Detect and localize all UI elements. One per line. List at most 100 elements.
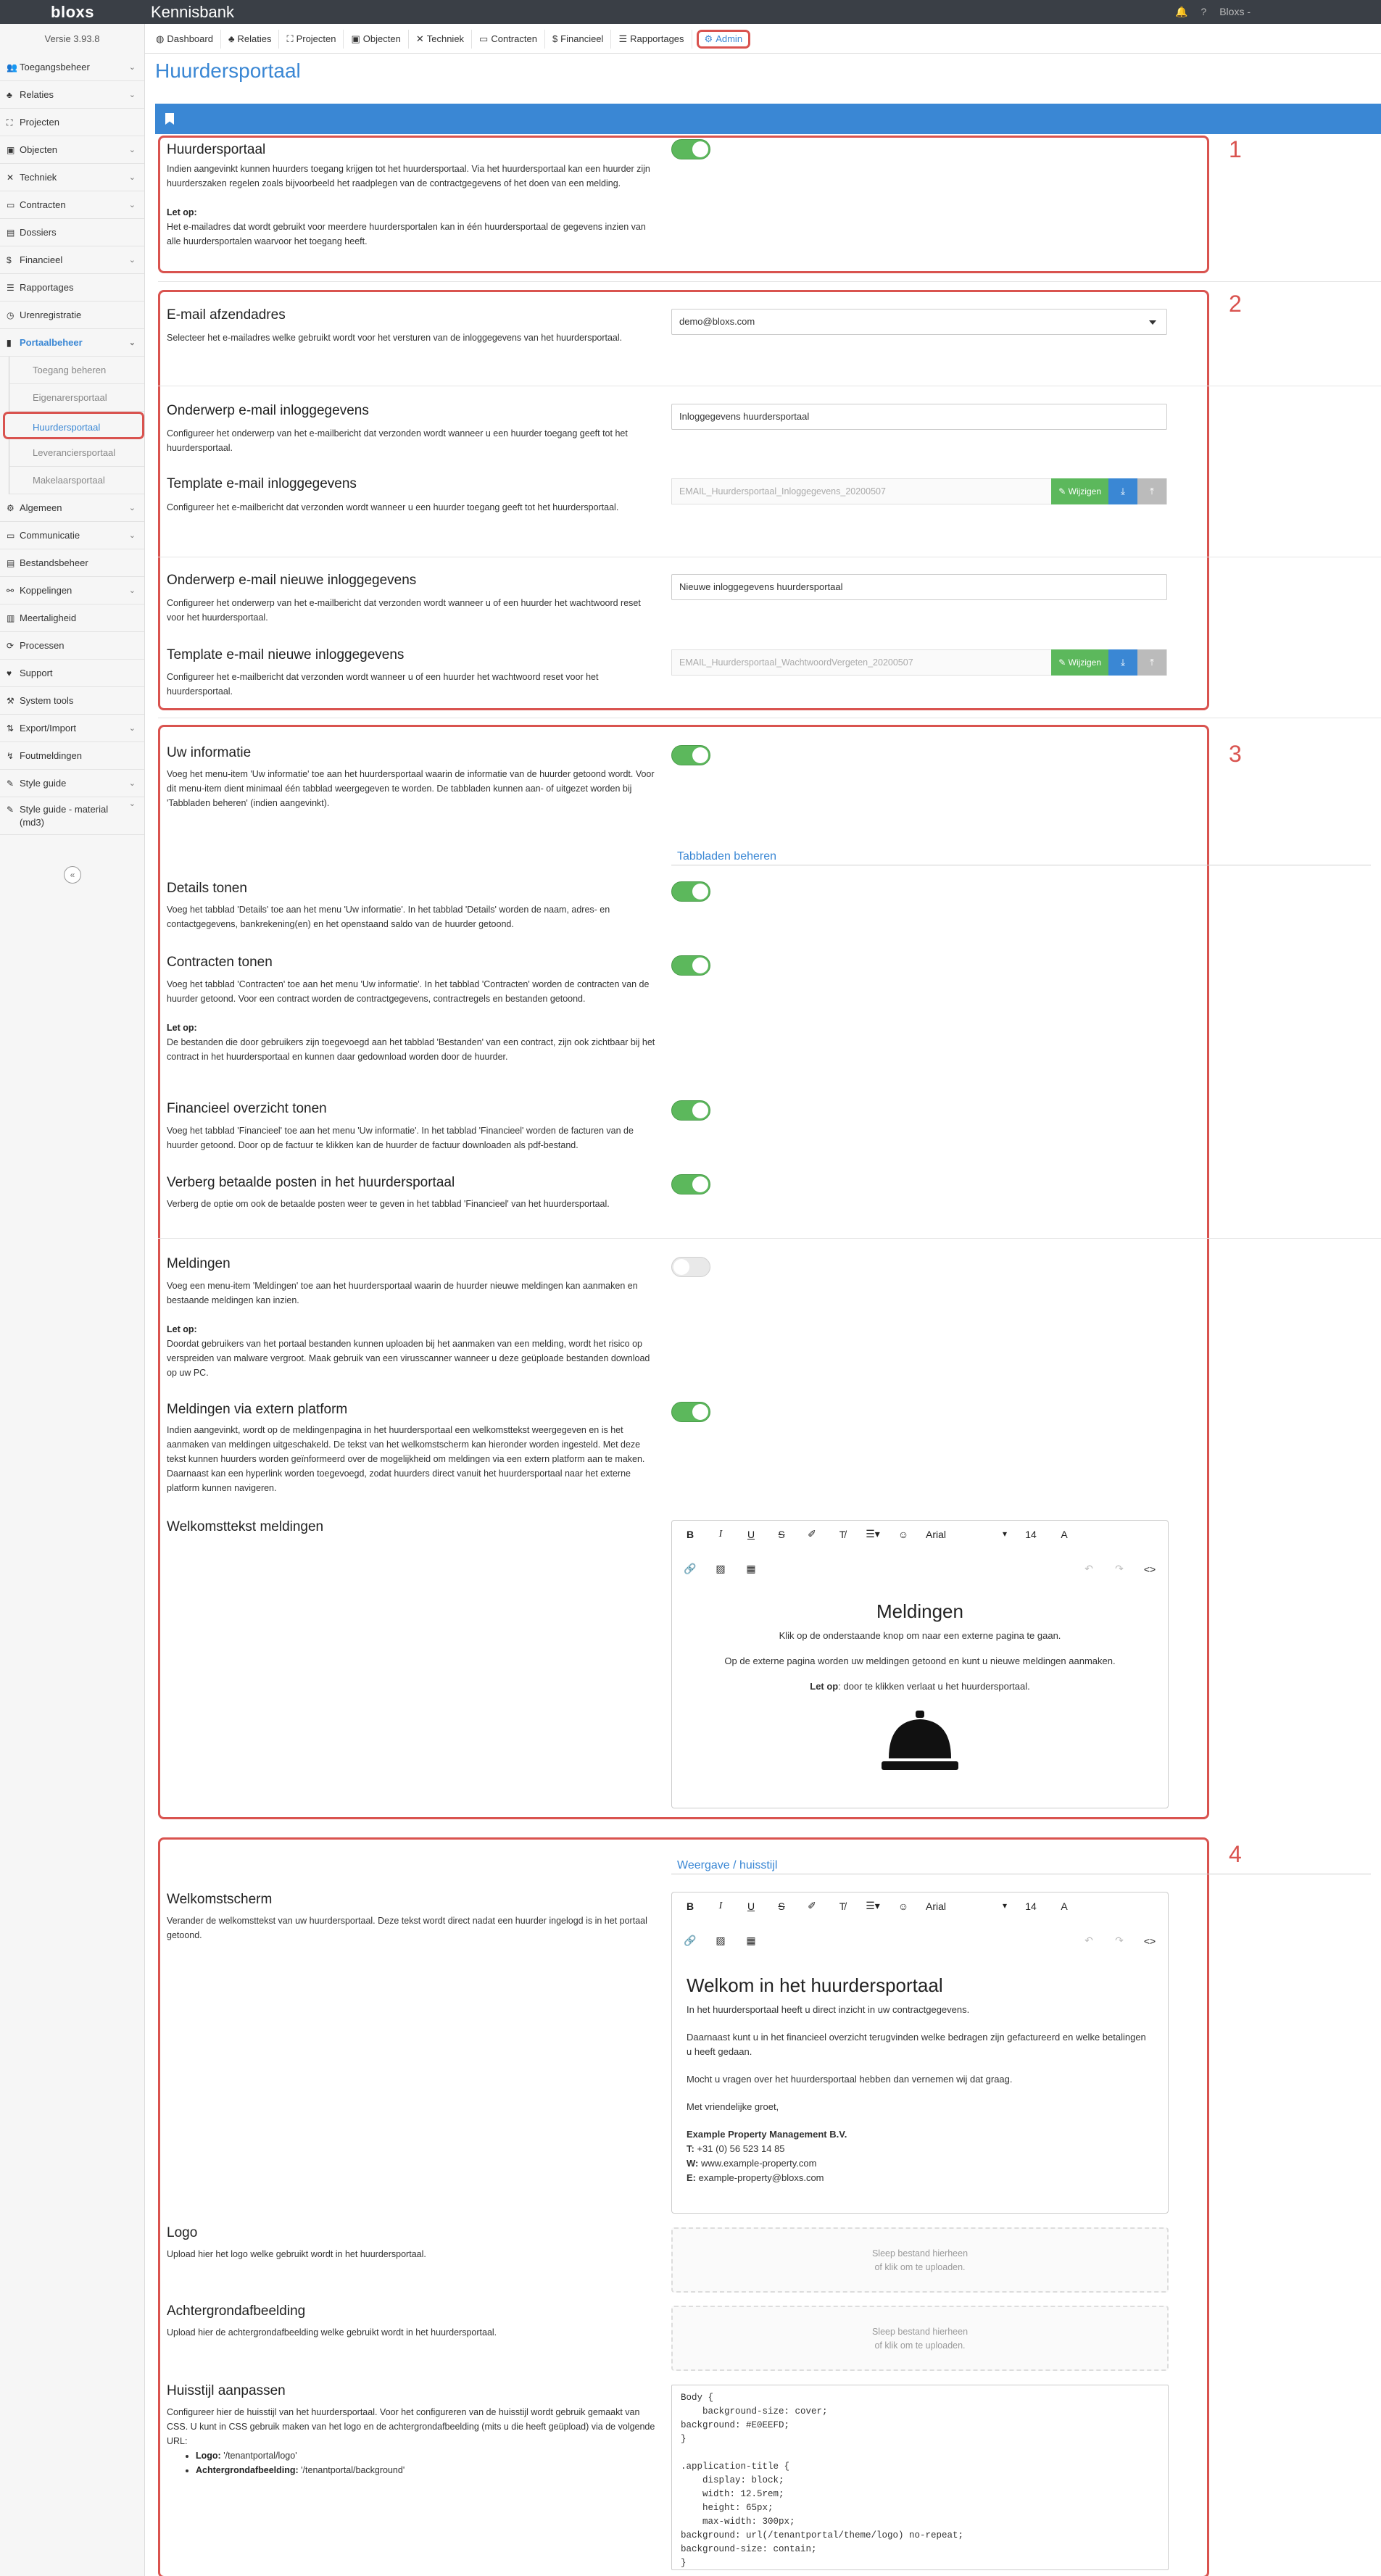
nav-objecten[interactable]: ▣ Objecten: [344, 30, 409, 49]
edit-template-button[interactable]: ✎ Wijzigen: [1051, 478, 1108, 504]
sidebar-item-koppelingen[interactable]: ⚯ Koppelingen ⌄: [0, 577, 144, 604]
sidebar-icon: ♥: [7, 668, 12, 678]
sidebar-item-dossiers[interactable]: ▤ Dossiers: [0, 219, 144, 246]
font-size-select[interactable]: 14: [1013, 1529, 1049, 1540]
image-icon[interactable]: ▨: [705, 1563, 736, 1575]
code-view-icon[interactable]: <>: [1135, 1563, 1165, 1575]
clear-format-icon[interactable]: T̸: [827, 1900, 858, 1912]
user-menu[interactable]: Bloxs -: [1219, 6, 1251, 17]
css-code-editor[interactable]: Body { background-size: cover; backgroun…: [671, 2385, 1169, 2570]
nav-techniek[interactable]: ✕ Techniek: [409, 30, 473, 49]
nav-contracten[interactable]: ▭ Contracten: [472, 30, 545, 49]
undo-icon[interactable]: ↶: [1074, 1563, 1104, 1575]
sidebar-item-processen[interactable]: ⟳ Processen: [0, 632, 144, 660]
sidebar-item-toegangsbeheer[interactable]: 👥 Toegangsbeheer ⌄: [0, 54, 144, 81]
clear-format-icon[interactable]: T̸: [827, 1529, 858, 1540]
sidebar-item-style-guide-material-md3-[interactable]: ✎ Style guide - material (md3) ⌄: [0, 797, 144, 835]
italic-icon[interactable]: I: [705, 1529, 736, 1540]
font-family-select[interactable]: Arial: [918, 1900, 1013, 1912]
font-size-select[interactable]: 14: [1013, 1900, 1049, 1912]
code-view-icon[interactable]: <>: [1135, 1935, 1165, 1947]
onderwerp-inlog-input[interactable]: Inloggegevens huurdersportaal: [671, 404, 1167, 430]
redo-icon[interactable]: ↷: [1104, 1935, 1135, 1947]
bold-icon[interactable]: B: [675, 1529, 705, 1540]
link-icon[interactable]: 🔗: [675, 1563, 705, 1575]
logo-upload-dropzone[interactable]: Sleep bestand hierheen of klik om te uplo…: [671, 2227, 1169, 2293]
text-color-icon[interactable]: A: [1049, 1529, 1079, 1540]
sidebar-item-foutmeldingen[interactable]: ↯ Foutmeldingen: [0, 742, 144, 770]
meldingen-editor[interactable]: B I U S ✐ T̸ ☰▾ ☺ Arial 14 A 🔗 ▨ ▦ ↶ ↷ <…: [671, 1520, 1169, 1808]
emoji-icon[interactable]: ☺: [888, 1529, 918, 1540]
uw-informatie-toggle[interactable]: [671, 745, 710, 765]
verberg-betaalde-toggle[interactable]: [671, 1174, 710, 1194]
welkomstscherm-editor[interactable]: B I U S ✐ T̸ ☰▾ ☺ Arial 14 A 🔗 ▨ ▦ ↶ ↷ <…: [671, 1892, 1169, 2214]
upload-icon[interactable]: ⤒: [1137, 649, 1166, 676]
download-icon[interactable]: ⤓: [1108, 649, 1137, 676]
nav-rapportages[interactable]: ☰ Rapportages: [611, 30, 692, 49]
sidebar-item-objecten[interactable]: ▣ Objecten ⌄: [0, 136, 144, 164]
sidebar-item-bestandsbeheer[interactable]: ▤ Bestandsbeheer: [0, 549, 144, 577]
sidebar-item-algemeen[interactable]: ⚙ Algemeen ⌄: [0, 494, 144, 522]
table-icon[interactable]: ▦: [736, 1563, 766, 1575]
font-family-select[interactable]: Arial: [918, 1529, 1013, 1540]
edit-template-button[interactable]: ✎ Wijzigen: [1051, 649, 1108, 676]
extern-platform-toggle[interactable]: [671, 1402, 710, 1422]
emoji-icon[interactable]: ☺: [888, 1900, 918, 1912]
sidebar-item-contracten[interactable]: ▭ Contracten ⌄: [0, 191, 144, 219]
sidebar-item-portaalbeheer[interactable]: ▮ Portaalbeheer ⌄: [0, 329, 144, 357]
align-icon[interactable]: ☰▾: [858, 1528, 888, 1540]
sidebar-item-export-import[interactable]: ⇅ Export/Import ⌄: [0, 715, 144, 742]
strikethrough-icon[interactable]: S: [766, 1529, 797, 1540]
link-icon[interactable]: 🔗: [675, 1935, 705, 1947]
table-icon[interactable]: ▦: [736, 1935, 766, 1947]
huurdersportaal-toggle[interactable]: [671, 139, 710, 159]
achtergrond-upload-dropzone[interactable]: Sleep bestand hierheen of klik om te uplo…: [671, 2306, 1169, 2371]
sidebar-item-support[interactable]: ♥ Support: [0, 660, 144, 687]
nav-admin[interactable]: ⚙ Admin: [696, 30, 751, 49]
sidebar-subitem-leveranciersportaal[interactable]: Leveranciersportaal: [9, 439, 144, 467]
text-color-icon[interactable]: A: [1049, 1900, 1079, 1912]
align-icon[interactable]: ☰▾: [858, 1900, 888, 1912]
sidebar-subitem-eigenarersportaal[interactable]: Eigenarersportaal: [9, 384, 144, 412]
meldingen-toggle[interactable]: [671, 1257, 710, 1277]
download-icon[interactable]: ⤓: [1108, 478, 1137, 504]
bell-icon[interactable]: 🔔: [1175, 6, 1187, 17]
sidebar-item-techniek[interactable]: ✕ Techniek ⌄: [0, 164, 144, 191]
upload-icon[interactable]: ⤒: [1137, 478, 1166, 504]
nav-projecten[interactable]: ⛶ Projecten: [279, 30, 344, 49]
sidebar-item-style-guide[interactable]: ✎ Style guide ⌄: [0, 770, 144, 797]
onderwerp-nieuw-input[interactable]: Nieuwe inloggegevens huurdersportaal: [671, 574, 1167, 600]
undo-icon[interactable]: ↶: [1074, 1935, 1104, 1947]
bold-icon[interactable]: B: [675, 1900, 705, 1912]
nav-dashboard[interactable]: ◍ Dashboard: [149, 30, 221, 49]
sidebar-item-financieel[interactable]: $ Financieel ⌄: [0, 246, 144, 274]
underline-icon[interactable]: U: [736, 1529, 766, 1540]
sidebar-item-system-tools[interactable]: ⚒ System tools: [0, 687, 144, 715]
redo-icon[interactable]: ↷: [1104, 1563, 1135, 1575]
italic-icon[interactable]: I: [705, 1900, 736, 1912]
underline-icon[interactable]: U: [736, 1900, 766, 1912]
help-icon[interactable]: ?: [1201, 6, 1207, 17]
sidebar-item-communicatie[interactable]: ▭ Communicatie ⌄: [0, 522, 144, 549]
sidebar-item-projecten[interactable]: ⛶ Projecten: [0, 109, 144, 136]
nav-relaties[interactable]: ♣ Relaties: [221, 30, 280, 49]
sidebar-subitem-makelaarsportaal[interactable]: Makelaarsportaal: [9, 467, 144, 494]
bloxs-logo[interactable]: bloxs: [0, 0, 145, 24]
image-icon[interactable]: ▨: [705, 1935, 736, 1947]
highlight-icon[interactable]: ✐: [797, 1900, 827, 1912]
contracten-tonen-toggle[interactable]: [671, 955, 710, 976]
highlight-icon[interactable]: ✐: [797, 1528, 827, 1540]
email-afzendadres-select[interactable]: demo@bloxs.com: [671, 309, 1167, 335]
sidebar-item-relaties[interactable]: ♣ Relaties ⌄: [0, 81, 144, 109]
sidebar-item-rapportages[interactable]: ☰ Rapportages: [0, 274, 144, 302]
financieel-overzicht-toggle[interactable]: [671, 1100, 710, 1121]
sidebar-item-meertaligheid[interactable]: ▥ Meertaligheid: [0, 604, 144, 632]
details-tonen-toggle[interactable]: [671, 881, 710, 902]
nav-financieel[interactable]: $ Financieel: [545, 30, 612, 49]
sidebar-subitem-huurdersportaal[interactable]: Huurdersportaal: [3, 412, 144, 439]
collapse-sidebar-button[interactable]: «: [64, 866, 81, 884]
sidebar-subitem-toegang beheren[interactable]: Toegang beheren: [9, 357, 144, 384]
editor-paragraph: Met vriendelijke groet,: [687, 2101, 779, 2112]
strikethrough-icon[interactable]: S: [766, 1900, 797, 1912]
sidebar-item-urenregistratie[interactable]: ◷ Urenregistratie: [0, 302, 144, 329]
